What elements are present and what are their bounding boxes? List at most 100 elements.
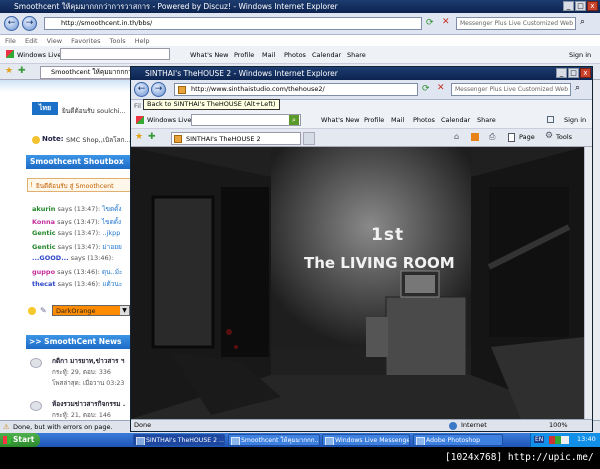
back-address-bar[interactable]: http://smoothcent.in.th/bbs/ xyxy=(44,17,422,30)
feeds-icon[interactable] xyxy=(471,133,479,141)
site-favicon xyxy=(178,86,186,94)
note-text[interactable]: SMC Shop,,เบิลโลก... xyxy=(66,135,131,145)
search-icon[interactable]: ⌕ xyxy=(575,83,580,93)
task-photoshop[interactable]: Adobe Photoshop xyxy=(413,434,503,446)
live-link-photos[interactable]: Photos xyxy=(284,51,306,59)
favorites-star-icon[interactable]: ★ xyxy=(5,66,13,76)
menu-view[interactable]: View xyxy=(47,37,62,45)
front-live-search[interactable] xyxy=(191,114,301,126)
news-title[interactable]: >> SmoothCent News xyxy=(26,335,131,349)
live-link-mail[interactable]: Mail xyxy=(391,116,404,124)
live-link-share[interactable]: Share xyxy=(347,51,366,59)
front-navbar: ← → http://www.sinthaistudio.com/thehous… xyxy=(131,80,592,100)
forward-arrow-icon[interactable]: → xyxy=(151,82,166,97)
search-icon[interactable]: ⌕ xyxy=(580,17,585,27)
front-sign-in[interactable]: Sign in xyxy=(564,116,586,124)
back-tab[interactable]: Smoothcent ให้คุมมากกกว่า... xyxy=(40,66,140,79)
pen-icon[interactable]: ✎ xyxy=(40,306,47,315)
maximize-button[interactable]: □ xyxy=(575,1,586,11)
live-search-icon[interactable]: ⌕ xyxy=(289,115,299,125)
shout-time: says (13:47): xyxy=(57,217,100,226)
task-messenger[interactable]: Windows Live Messenger xyxy=(322,434,410,446)
minimize-button[interactable]: _ xyxy=(556,68,567,78)
gear-icon[interactable]: ⚙ xyxy=(545,131,553,141)
back-live-search[interactable] xyxy=(60,48,170,60)
add-favorite-icon[interactable]: ✚ xyxy=(18,66,26,76)
menu-favorites[interactable]: Favorites xyxy=(71,37,100,45)
front-tab[interactable]: SINTHAI's TheHOUSE 2 xyxy=(171,132,301,145)
smiley-icon[interactable] xyxy=(28,307,36,315)
close-button[interactable]: x xyxy=(580,68,591,78)
stop-icon[interactable]: ✕ xyxy=(442,17,450,27)
shout-message: ..jkpp xyxy=(102,229,121,237)
refresh-icon[interactable]: ⟳ xyxy=(422,84,430,94)
close-button[interactable]: x xyxy=(587,1,598,11)
live-link-calendar[interactable]: Calendar xyxy=(441,116,470,124)
language-indicator[interactable]: EN xyxy=(534,436,545,443)
back-live-label[interactable]: Windows Live xyxy=(17,51,61,59)
shout-user[interactable]: Gentic xyxy=(32,243,56,251)
front-address-bar[interactable]: http://www.sinthaistudio.com/thehouse2/ xyxy=(174,83,418,96)
tray-icons[interactable] xyxy=(549,436,569,444)
zoom-text[interactable]: 100% xyxy=(549,420,568,431)
new-tab-button[interactable] xyxy=(303,132,315,145)
windows-logo-icon xyxy=(3,436,11,444)
back-status-text: Done, but with errors on page. xyxy=(13,423,113,431)
menu-edit[interactable]: Edit xyxy=(25,37,38,45)
print-icon[interactable]: ⎙ xyxy=(489,132,495,142)
task-smoothcent[interactable]: Smoothcent ให้คุมมากกก... xyxy=(228,434,320,446)
globe-icon xyxy=(449,422,457,430)
shout-user[interactable]: akurin xyxy=(32,205,55,213)
menu-file-fragment[interactable]: Fil xyxy=(134,102,141,110)
live-link-mail[interactable]: Mail xyxy=(262,51,275,59)
windows-live-icon xyxy=(136,116,144,124)
menu-tools[interactable]: Tools xyxy=(110,37,126,45)
front-search-input[interactable]: Messenger Plus Live Customized Web S xyxy=(451,83,571,96)
live-link-whats-new[interactable]: What's New xyxy=(190,51,229,59)
back-sign-in[interactable]: Sign in xyxy=(569,51,591,59)
start-button[interactable]: Start xyxy=(0,433,40,447)
task-sinthai[interactable]: SINTHAI's TheHOUSE 2 ... xyxy=(133,434,225,446)
news-item-stats: กระทู้: 21, ตอบ: 146 xyxy=(52,412,111,419)
warning-icon[interactable]: ⚠ xyxy=(3,422,9,433)
news-item-title[interactable]: ห้องรวมข่าวสารกิจกรรม . xyxy=(52,399,125,409)
forward-arrow-icon[interactable]: → xyxy=(22,16,37,31)
front-scrollbar[interactable] xyxy=(584,147,592,419)
maximize-button[interactable]: □ xyxy=(568,68,579,78)
live-link-share[interactable]: Share xyxy=(477,116,496,124)
add-favorite-icon[interactable]: ✚ xyxy=(148,132,156,142)
live-link-photos[interactable]: Photos xyxy=(413,116,435,124)
menu-help[interactable]: Help xyxy=(135,37,150,45)
minimize-button[interactable]: _ xyxy=(563,1,574,11)
live-link-profile[interactable]: Profile xyxy=(364,116,384,124)
tools-button[interactable]: Tools xyxy=(556,133,572,141)
stop-icon[interactable]: ✕ xyxy=(437,83,445,93)
shout-row: thecat says (13:46): แต้วนะ xyxy=(32,279,122,289)
live-link-profile[interactable]: Profile xyxy=(234,51,254,59)
color-select[interactable]: DarkOrange ▼ xyxy=(52,305,130,316)
shout-user[interactable]: ...GOOD... xyxy=(32,254,69,262)
live-link-calendar[interactable]: Calendar xyxy=(312,51,341,59)
front-window: SINTHAI's TheHOUSE 2 - Windows Internet … xyxy=(130,66,593,432)
favorites-star-icon[interactable]: ★ xyxy=(135,132,143,142)
live-link-whats-new[interactable]: What's New xyxy=(321,116,360,124)
shout-user[interactable]: Konna xyxy=(32,218,55,226)
front-live-label[interactable]: Windows Live xyxy=(147,116,191,124)
front-status-text: Done xyxy=(134,421,152,429)
page-button[interactable]: Page xyxy=(519,133,535,141)
shout-user[interactable]: guppo xyxy=(32,268,55,276)
menu-file[interactable]: File xyxy=(5,37,16,45)
back-arrow-icon[interactable]: ← xyxy=(4,16,19,31)
system-tray: EN 13:40 xyxy=(530,433,600,447)
shout-user[interactable]: thecat xyxy=(32,280,56,288)
thai-language-button[interactable]: ไทย xyxy=(32,102,58,115)
room-name: The LIVING ROOM xyxy=(304,254,455,272)
refresh-icon[interactable]: ⟳ xyxy=(426,18,434,28)
back-arrow-icon[interactable]: ← xyxy=(134,82,149,97)
news-item-title[interactable]: กติกา มารยาท,ข่าวสาร ฯ xyxy=(52,356,124,366)
home-icon[interactable]: ⌂ xyxy=(454,132,459,141)
welcome-text: ยินดีต้อนรับ soulchi... xyxy=(62,107,126,115)
back-search-input[interactable]: Messenger Plus Live Customized Web S xyxy=(456,17,576,30)
page-icon[interactable] xyxy=(508,133,515,142)
shout-user[interactable]: Gentic xyxy=(32,229,56,237)
